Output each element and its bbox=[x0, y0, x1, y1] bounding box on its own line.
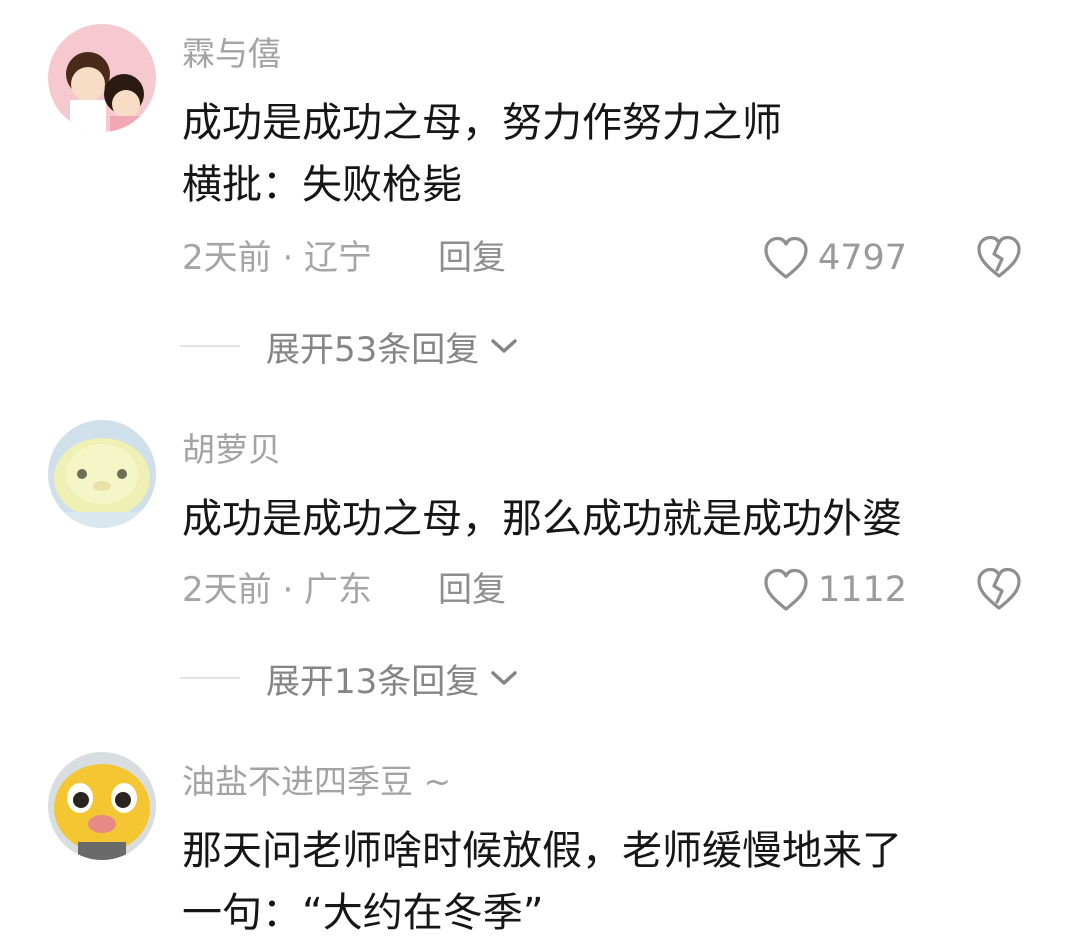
username[interactable]: 油盐不进四季豆 ~ bbox=[182, 762, 451, 802]
comment-text-line: 一句：“大约在冬季” bbox=[182, 890, 544, 936]
expand-replies-button[interactable]: 展开13条回复 bbox=[180, 656, 519, 702]
comment-item: 霖与僖 成功是成功之母，努力作努力之师 横批：失败枪毙 2天前 · 辽宁 回复 … bbox=[0, 0, 1080, 390]
avatar[interactable] bbox=[48, 420, 156, 528]
like-count: 4797 bbox=[818, 238, 908, 278]
avatar[interactable] bbox=[48, 752, 156, 860]
chevron-down-icon bbox=[491, 671, 518, 685]
comment-item: 胡萝贝 成功是成功之母，那么成功就是成功外婆 2天前 · 广东 回复 1112 … bbox=[0, 390, 1080, 730]
comment-text: 那天问老师啥时候放假，老师缓慢地来了 一句：“大约在冬季” bbox=[182, 820, 902, 944]
expand-replies-label: 展开53条回复 bbox=[266, 329, 480, 370]
chevron-down-icon bbox=[491, 339, 518, 353]
divider bbox=[180, 677, 240, 679]
like-count: 1112 bbox=[818, 570, 908, 610]
broken-heart-icon[interactable] bbox=[975, 566, 1023, 612]
like-button[interactable]: 1112 bbox=[762, 566, 907, 614]
divider bbox=[180, 345, 240, 347]
username[interactable]: 胡萝贝 bbox=[182, 430, 281, 470]
reply-button[interactable]: 回复 bbox=[438, 568, 506, 612]
time-location: 2天前 · 广东 bbox=[182, 570, 373, 610]
time-location: 2天前 · 辽宁 bbox=[182, 238, 373, 278]
comment-item: 油盐不进四季豆 ~ 那天问老师啥时候放假，老师缓慢地来了 一句：“大约在冬季” bbox=[0, 730, 1080, 950]
heart-outline-icon bbox=[764, 568, 808, 611]
broken-heart-icon[interactable] bbox=[975, 234, 1023, 280]
comment-text: 成功是成功之母，那么成功就是成功外婆 bbox=[182, 488, 902, 550]
comment-text-line: 那天问老师啥时候放假，老师缓慢地来了 bbox=[182, 828, 902, 874]
comment-text-line: 成功是成功之母，那么成功就是成功外婆 bbox=[182, 496, 902, 542]
avatar[interactable] bbox=[48, 24, 156, 132]
heart-outline-icon bbox=[764, 236, 808, 279]
comment-text: 成功是成功之母，努力作努力之师 横批：失败枪毙 bbox=[182, 92, 782, 216]
comment-text-line: 横批：失败枪毙 bbox=[182, 162, 462, 208]
reply-button[interactable]: 回复 bbox=[438, 236, 506, 280]
username[interactable]: 霖与僖 bbox=[182, 34, 281, 74]
comment-text-line: 成功是成功之母，努力作努力之师 bbox=[182, 100, 782, 146]
like-button[interactable]: 4797 bbox=[762, 234, 907, 282]
expand-replies-button[interactable]: 展开53条回复 bbox=[180, 324, 519, 370]
expand-replies-label: 展开13条回复 bbox=[266, 661, 480, 702]
